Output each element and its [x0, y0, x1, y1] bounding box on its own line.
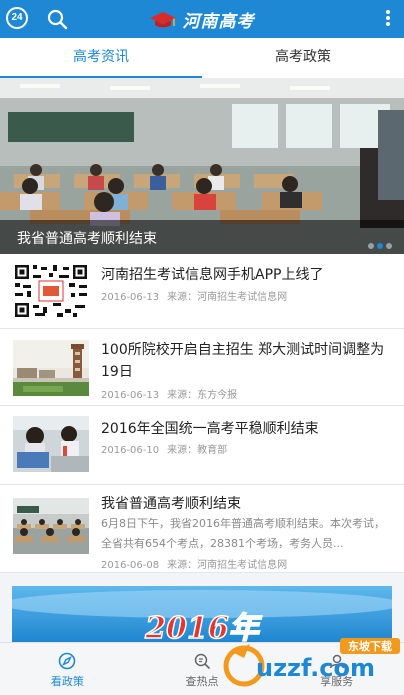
compass-icon: [59, 652, 76, 670]
news-source: 来源：教育部: [167, 445, 228, 456]
nav-policy-label: 看政策: [50, 675, 84, 688]
news-title: 2016年全国统一高考平稳顺利结束: [101, 421, 319, 437]
app-brand: 河南高考: [0, 7, 404, 32]
tab-policy[interactable]: 高考政策: [202, 38, 404, 78]
news-meta: 2016-06-13 来源：东方今报: [101, 386, 245, 401]
carousel-indicator: [365, 234, 392, 253]
news-source: 来源：东方今报: [167, 390, 238, 401]
news-item[interactable]: 河南招生考试信息网手机APP上线了 2016-06-13 来源：河南招生考试信息网: [0, 254, 404, 329]
news-meta: 2016-06-13 来源：河南招生考试信息网: [101, 288, 295, 303]
news-date: 2016-06-08: [101, 560, 160, 571]
news-date: 2016-06-13: [101, 390, 160, 401]
watermark-logo: uzzf.com 东坡下载: [223, 638, 400, 687]
watermark-brand: uzzf.com: [256, 654, 375, 682]
news-list: 河南招生考试信息网手机APP上线了 2016-06-13 来源：河南招生考试信息网…: [0, 254, 404, 573]
carousel-dot[interactable]: [368, 243, 374, 249]
news-item[interactable]: 我省普通高考顺利结束 6月8日下午，我省2016年普通高考顺利结束。本次考试，全…: [0, 485, 404, 573]
banner-caption-bar: 我省普通高考顺利结束: [0, 220, 404, 254]
students-thumbnail: [13, 416, 89, 472]
app-title: 河南高考: [182, 12, 255, 32]
banner-carousel[interactable]: 我省普通高考顺利结束: [0, 78, 404, 254]
watermark-sub: 东坡下载: [348, 639, 392, 653]
news-source: 来源：河南招生考试信息网: [167, 560, 288, 571]
tab-news[interactable]: 高考资讯: [0, 38, 202, 78]
news-summary: 6月8日下午，我省2016年普通高考顺利结束。本次考试，全省共有654个考点，2…: [101, 517, 385, 550]
news-title: 100所院校开启自主招生 郑大测试时间调整为19日: [101, 342, 385, 380]
top-app-bar: 24 河南高考: [0, 0, 404, 38]
tab-bar: 高考资讯 高考政策: [0, 38, 404, 78]
news-meta: 2016-06-10 来源：教育部: [101, 441, 235, 456]
campus-tower-thumbnail: [13, 340, 89, 396]
news-source: 来源：河南招生考试信息网: [167, 292, 288, 303]
banner-caption: 我省普通高考顺利结束: [17, 231, 157, 247]
news-item[interactable]: 100所院校开启自主招生 郑大测试时间调整为19日 2016-06-13 来源：东…: [0, 329, 404, 406]
news-date: 2016-06-13: [101, 292, 160, 303]
news-date: 2016-06-10: [101, 445, 160, 456]
news-item[interactable]: 2016年全国统一高考平稳顺利结束 2016-06-10 来源：教育部: [0, 406, 404, 485]
search-icon: [194, 653, 210, 669]
carousel-dot[interactable]: [386, 243, 392, 249]
news-meta: 2016-06-08 来源：河南招生考试信息网: [101, 556, 295, 571]
exam-room-thumbnail: [13, 498, 89, 554]
news-title: 河南招生考试信息网手机APP上线了: [101, 267, 324, 283]
nav-policy[interactable]: 看政策: [0, 643, 135, 695]
more-menu-icon[interactable]: [384, 10, 392, 28]
carousel-dot-active[interactable]: [377, 243, 383, 249]
graduation-cap-icon: [150, 11, 177, 27]
qr-code-thumbnail: [13, 263, 89, 319]
news-title: 我省普通高考顺利结束: [101, 496, 241, 512]
